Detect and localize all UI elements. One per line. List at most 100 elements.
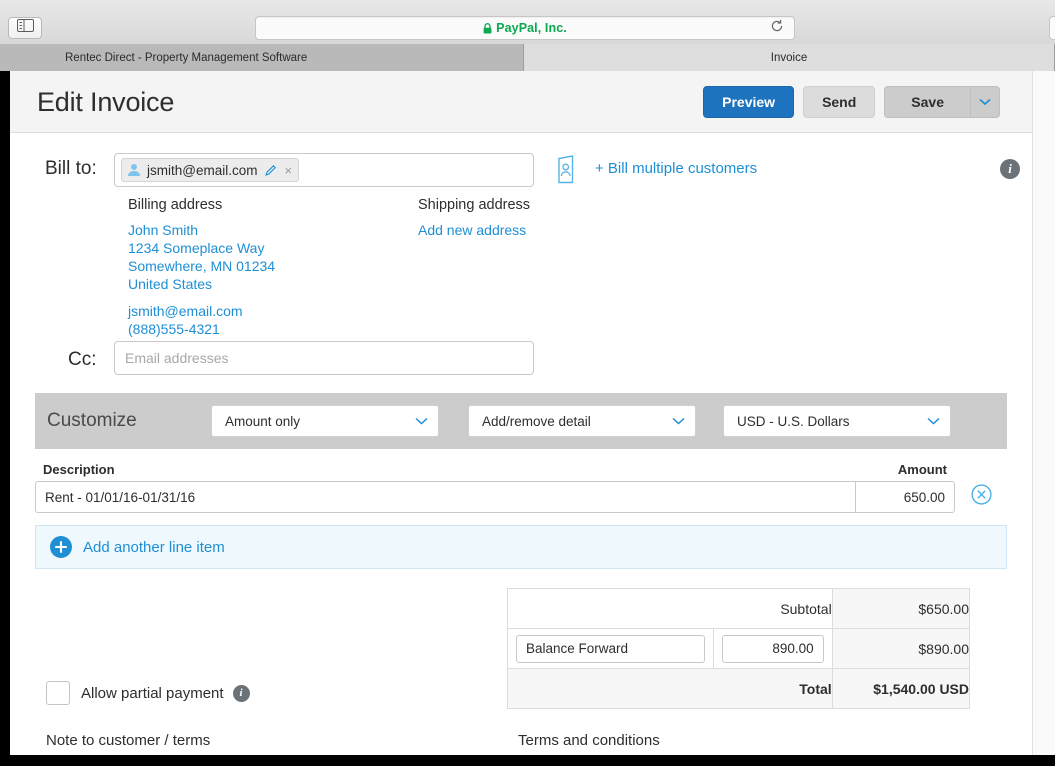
- sidebar-toggle-button[interactable]: [8, 17, 42, 39]
- save-dropdown-button[interactable]: [970, 86, 1000, 118]
- address-card-icon[interactable]: [555, 155, 581, 185]
- customize-band: Customize Amount only Add/remove detail: [35, 393, 1007, 449]
- add-line-item-button[interactable]: Add another line item: [35, 525, 1007, 569]
- bill-to-row: Bill to: jsmith@email.com × + Bill multi…: [10, 153, 1032, 189]
- billing-address-line[interactable]: 1234 Someplace Way: [128, 239, 275, 257]
- reload-icon: [770, 19, 784, 38]
- below-fold-cutoff: Note to customer / terms Terms and condi…: [10, 732, 1032, 755]
- totals-area: Subtotal $650.00 $890.00 Total: [10, 588, 1032, 718]
- allow-partial-payment-info-button[interactable]: i: [232, 684, 250, 702]
- total-row: Total $1,540.00 USD: [507, 668, 971, 709]
- billing-contact-phone[interactable]: (888)555-4321: [128, 320, 275, 338]
- subtotal-row: Subtotal $650.00: [507, 588, 971, 629]
- allow-partial-payment-checkbox[interactable]: [46, 681, 70, 705]
- currency-select[interactable]: USD - U.S. Dollars: [723, 405, 951, 437]
- table-row: Rent - 01/01/16-01/31/16 650.00: [35, 481, 1007, 513]
- column-header-amount: Amount: [897, 462, 947, 477]
- totals-table: Subtotal $650.00 $890.00 Total: [506, 588, 971, 709]
- terms-and-conditions-heading: Terms and conditions: [518, 732, 660, 749]
- adjustment-row: $890.00: [506, 628, 971, 669]
- tab-label: Rentec Direct - Property Management Soft…: [65, 51, 308, 64]
- pencil-icon[interactable]: [264, 164, 277, 177]
- chevron-down-icon: [927, 412, 940, 430]
- line-item-description-input[interactable]: Rent - 01/01/16-01/31/16: [35, 481, 855, 513]
- chevron-down-icon: [672, 412, 685, 430]
- line-items-table: Description Amount Rent - 01/01/16-01/31…: [35, 449, 1007, 513]
- shipping-address-heading: Shipping address: [418, 197, 531, 213]
- total-label: Total: [507, 668, 833, 709]
- tab-label: Invoice: [770, 51, 808, 64]
- page-viewport: Edit Invoice Preview Send Save Bill to: …: [10, 71, 1055, 755]
- select-value: Amount only: [225, 413, 301, 429]
- reload-button[interactable]: [768, 19, 786, 37]
- billing-address-line[interactable]: John Smith: [128, 221, 275, 239]
- adjustment-description-cell: [506, 628, 715, 669]
- cc-label: Cc:: [68, 349, 97, 370]
- adjustment-description-input[interactable]: [516, 634, 706, 663]
- billing-address-heading: Billing address: [128, 197, 223, 213]
- column-header-description: Description: [43, 462, 115, 477]
- customize-label: Customize: [47, 410, 137, 431]
- add-line-item-label: Add another line item: [83, 538, 225, 556]
- note-to-customer-heading: Note to customer / terms: [46, 732, 211, 749]
- allow-partial-payment-label: Allow partial payment: [81, 684, 224, 702]
- billing-address-column: Billing address John Smith 1234 Someplac…: [128, 197, 275, 338]
- address-block: Billing address John Smith 1234 Someplac…: [10, 197, 1032, 347]
- vertical-scrollbar[interactable]: [1032, 71, 1055, 755]
- select-value: Add/remove detail: [482, 413, 591, 429]
- tab-rentec-direct[interactable]: Rentec Direct - Property Management Soft…: [0, 44, 524, 71]
- send-button[interactable]: Send: [803, 86, 876, 118]
- header-actions: Preview Send Save: [703, 86, 1000, 118]
- adjustment-amount-input[interactable]: [722, 634, 824, 663]
- sidebar-icon: [16, 19, 34, 37]
- save-button[interactable]: Save: [884, 86, 970, 118]
- total-value: $1,540.00 USD: [831, 668, 971, 709]
- url-display: PayPal, Inc.: [483, 21, 567, 35]
- chevron-down-icon: [415, 412, 428, 430]
- line-item-amount-input[interactable]: 650.00: [855, 481, 955, 513]
- adjustment-amount-cell: [713, 628, 833, 669]
- invoice-header-bar: Edit Invoice Preview Send Save: [10, 71, 1032, 133]
- add-remove-detail-select[interactable]: Add/remove detail: [468, 405, 696, 437]
- page-content: Edit Invoice Preview Send Save Bill to: …: [10, 71, 1032, 755]
- close-icon[interactable]: ×: [284, 164, 292, 177]
- bill-multiple-customers-link[interactable]: + Bill multiple customers: [595, 160, 757, 177]
- bill-to-info-icon[interactable]: i: [1000, 159, 1020, 179]
- billing-contact-email[interactable]: jsmith@email.com: [128, 302, 275, 320]
- customer-token[interactable]: jsmith@email.com ×: [121, 158, 300, 182]
- window-bottom-strip: [0, 755, 1055, 766]
- person-icon: [126, 162, 142, 178]
- select-value: USD - U.S. Dollars: [737, 413, 850, 429]
- customer-email: jsmith@email.com: [147, 162, 258, 178]
- subtotal-label: Subtotal: [507, 588, 833, 629]
- invoice-form: Bill to: jsmith@email.com × + Bill multi…: [10, 153, 1032, 755]
- lock-icon: [483, 23, 492, 34]
- info-icon: i: [232, 684, 250, 702]
- save-split-button: Save: [884, 86, 1000, 118]
- invoice-style-select[interactable]: Amount only: [211, 405, 439, 437]
- subtotal-value: $650.00: [831, 588, 971, 629]
- cc-row: Cc:: [10, 341, 1032, 393]
- browser-toolbar: PayPal, Inc.: [0, 0, 1055, 44]
- shipping-address-column: Shipping address Add new address: [418, 197, 530, 239]
- billing-address-line[interactable]: Somewhere, MN 01234: [128, 257, 275, 275]
- tab-invoice[interactable]: Invoice: [524, 44, 1055, 71]
- adjustment-value: $890.00: [831, 628, 971, 669]
- bill-to-label: Bill to:: [45, 158, 97, 179]
- circle-x-icon: [970, 484, 992, 510]
- billing-address-line[interactable]: United States: [128, 275, 275, 293]
- line-item-delete-button[interactable]: [955, 484, 1007, 510]
- address-bar[interactable]: PayPal, Inc.: [255, 16, 795, 40]
- preview-button[interactable]: Preview: [703, 86, 795, 118]
- line-items-header: Description Amount: [35, 449, 1007, 477]
- toolbar-overflow-stub[interactable]: [1049, 16, 1055, 40]
- bill-to-input[interactable]: jsmith@email.com ×: [114, 153, 534, 187]
- cc-input[interactable]: [114, 341, 534, 375]
- plus-circle-icon: [50, 536, 72, 558]
- add-new-address-link[interactable]: Add new address: [418, 221, 530, 239]
- page-title: Edit Invoice: [37, 87, 175, 117]
- tab-bar: Rentec Direct - Property Management Soft…: [0, 44, 1055, 71]
- allow-partial-payment-row: Allow partial payment i: [46, 681, 250, 705]
- info-icon: i: [1000, 159, 1020, 179]
